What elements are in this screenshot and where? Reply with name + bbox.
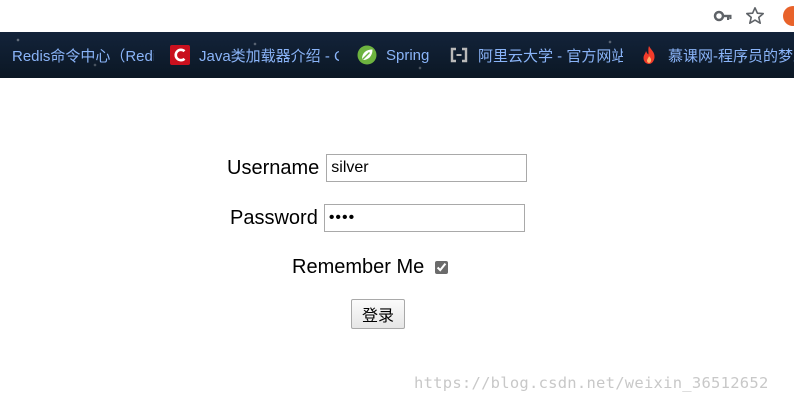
csdn-watermark: https://blog.csdn.net/weixin_36512652 [414,374,769,392]
bookmark-java-classloader[interactable]: Java类加载器介绍 - CSDN博客 [170,32,340,78]
spring-leaf-icon [357,45,377,65]
bookmark-label: 慕课网-程序员的梦工厂 [668,47,794,65]
username-input[interactable] [326,154,528,182]
bookmarks-bar: Redis命令中心（Redis commands） Java类加载器介绍 - C… [0,32,794,78]
csdn-icon [170,45,190,65]
bookmark-label: Spring [386,46,430,64]
password-row: Password [230,204,525,232]
username-label: Username [227,157,320,179]
login-button[interactable]: 登录 [351,299,405,329]
aliyun-icon [450,47,468,63]
browser-toolbar [0,0,794,32]
remember-me-row: Remember Me [292,255,449,279]
bookmark-label: Java类加载器介绍 - CSDN博客 [199,47,339,65]
username-row: Username [227,154,528,182]
password-label: Password [230,207,318,229]
star-icon[interactable] [745,6,765,26]
extension-icon[interactable] [783,6,794,26]
bookmark-redis[interactable]: Redis命令中心（Redis commands） [12,32,154,78]
bookmark-label: 阿里云大学 - 官方网站 [478,47,623,65]
password-input[interactable] [323,204,525,232]
bookmark-spring[interactable]: Spring [357,32,437,78]
bookmark-aliyun[interactable]: 阿里云大学 - 官方网站 [449,32,625,78]
imooc-flame-icon [643,46,655,64]
key-icon[interactable] [713,6,733,26]
remember-me-label: Remember Me [292,256,425,278]
bookmark-imooc[interactable]: 慕课网-程序员的梦工厂 [639,32,794,78]
remember-me-checkbox[interactable] [435,260,449,274]
bookmark-label: Redis命令中心（Redis commands） [12,47,154,65]
